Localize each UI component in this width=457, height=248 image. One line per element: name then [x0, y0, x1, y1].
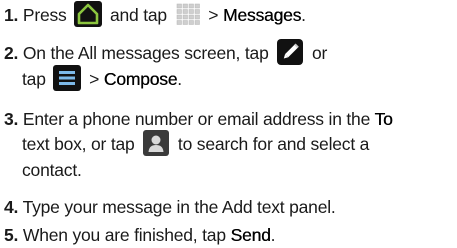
- step-5: 5. When you are finished, tap Send.: [4, 222, 456, 248]
- compose-label: Compose: [103, 69, 178, 89]
- step-number: 1.: [4, 5, 19, 25]
- step-3: 3. Enter a phone number or email address…: [4, 106, 456, 132]
- pencil-compose-icon: [277, 39, 304, 66]
- step-continuation: contact.: [22, 160, 82, 180]
- step-continuation: tap > Compose.: [22, 65, 182, 93]
- home-icon: [74, 1, 103, 28]
- step-1: 1. Press and tap > Messages.: [4, 1, 456, 29]
- step-text: When you are finished, tap: [22, 225, 226, 245]
- step-text: On the All messages screen, tap: [22, 43, 269, 63]
- step-number: 3.: [4, 109, 19, 129]
- step-text: .: [177, 69, 182, 89]
- step-2: 2. On the All messages screen, tap or: [4, 39, 456, 67]
- apps-grid-icon: [176, 3, 200, 26]
- step-text: >: [208, 5, 223, 25]
- to-label: To: [374, 109, 393, 129]
- step-text: to search for and select a: [177, 134, 370, 154]
- step-number: 2.: [4, 43, 19, 63]
- messages-label: Messages: [222, 5, 302, 25]
- contact-person-icon: [143, 130, 170, 157]
- step-text: Enter a phone number or email address in…: [22, 109, 371, 129]
- step-text: and tap: [109, 5, 167, 25]
- step-text: Type your message in the Add text panel.: [22, 197, 336, 217]
- step-text: text box, or tap: [22, 134, 135, 154]
- step-number: 4.: [4, 197, 19, 217]
- step-text: or: [311, 43, 328, 63]
- menu-icon: [53, 65, 82, 92]
- step-text: Press: [22, 5, 67, 25]
- step-number: 5.: [4, 225, 19, 245]
- step-text: .: [301, 5, 306, 25]
- step-text: tap: [22, 69, 46, 89]
- step-text: .: [270, 225, 276, 245]
- step-4: 4. Type your message in the Add text pan…: [4, 194, 456, 220]
- step-text: >: [89, 69, 104, 89]
- send-label: Send: [230, 225, 271, 245]
- step-continuation: text box, or tap to search for and selec…: [22, 130, 370, 158]
